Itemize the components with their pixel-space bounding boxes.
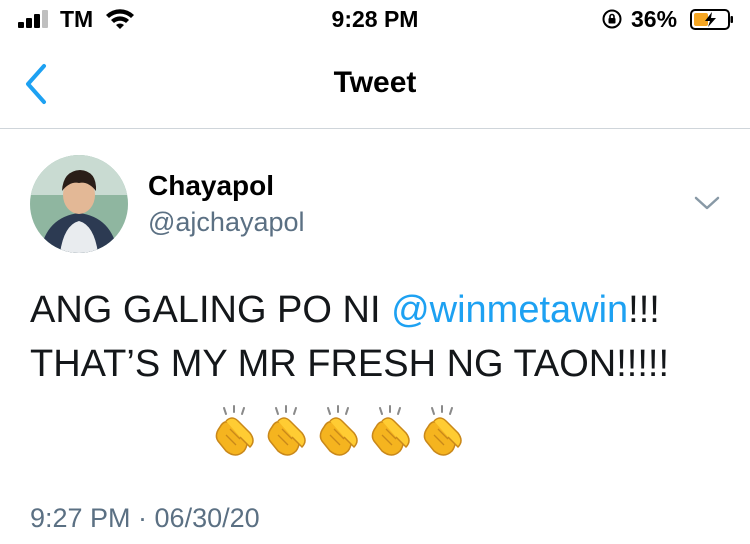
clapping-hands-icon (319, 405, 358, 456)
clapping-hands-icon (371, 405, 410, 456)
clapping-hands-icon (215, 405, 254, 456)
author-name[interactable]: Chayapol (148, 170, 274, 202)
page-title: Tweet (333, 66, 417, 99)
tweet-timestamp: 9:27 PM · 06/30/20 (30, 503, 260, 533)
battery-percent: 36% (631, 6, 678, 32)
orientation-lock-icon (602, 9, 622, 29)
battery-charging-icon (690, 9, 733, 30)
mention-link[interactable]: @winmetawin (391, 289, 628, 331)
clapping-hands-icon (267, 405, 306, 456)
nav-header: Tweet (0, 40, 750, 129)
chevron-down-icon[interactable] (694, 194, 720, 212)
emoji-row (210, 405, 466, 459)
tweet-text: ANG GALING PO NI @winmetawin!!! THAT’S M… (30, 283, 730, 391)
avatar[interactable] (30, 155, 128, 253)
tweet-text-part1: ANG GALING PO NI (30, 289, 392, 331)
clapping-hands-icon (423, 405, 462, 456)
author-handle[interactable]: @ajchayapol (148, 207, 305, 238)
status-bar: TM 9:28 PM 36% (0, 0, 750, 40)
